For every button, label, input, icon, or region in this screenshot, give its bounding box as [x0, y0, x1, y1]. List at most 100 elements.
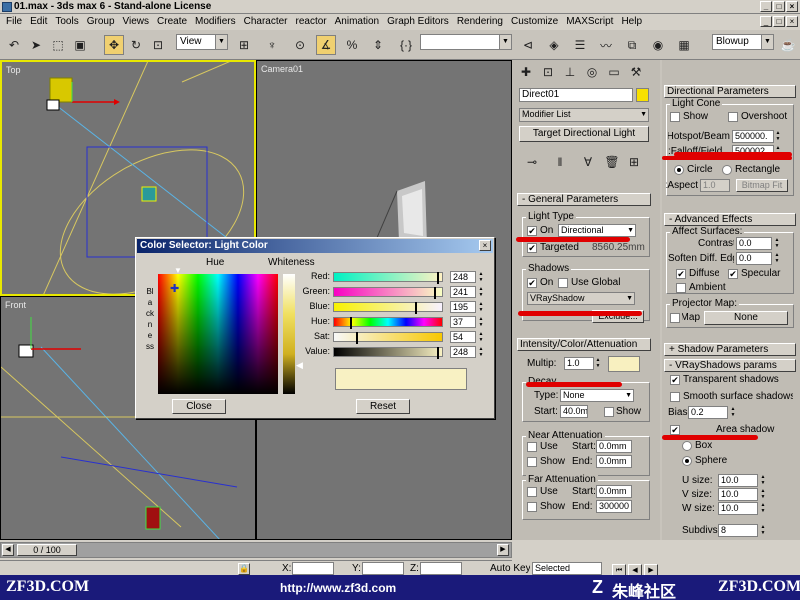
menu-rendering[interactable]: Rendering [453, 14, 507, 30]
channel-slider[interactable] [333, 317, 443, 329]
channel-slider-thumb[interactable] [434, 287, 436, 299]
spinner-icon[interactable]: ▲▼ [478, 316, 484, 329]
decay-show-checkbox[interactable] [604, 407, 614, 417]
maximize-button[interactable]: □ [773, 1, 785, 12]
spinner-icon[interactable]: ▲▼ [760, 474, 766, 487]
minimize-button[interactable]: _ [760, 1, 772, 12]
channel-slider-thumb[interactable] [437, 347, 439, 359]
select-manipulate-icon[interactable]: ♆ [262, 35, 282, 55]
multiplier-field[interactable]: 1.0 [564, 357, 594, 370]
spinner-icon[interactable]: ▲▼ [760, 524, 766, 537]
percent-snap-icon[interactable]: % [342, 35, 362, 55]
configure-sets-icon[interactable]: ⊞ [624, 152, 644, 172]
v-size-field[interactable]: 10.0 [718, 488, 758, 501]
shadows-on-checkbox[interactable]: ✔ [527, 278, 537, 288]
spinner-icon[interactable]: ▲▼ [595, 357, 601, 370]
named-selection-icon[interactable]: {·} [396, 35, 416, 55]
menu-animation[interactable]: Animation [331, 14, 383, 30]
spinner-icon[interactable]: ▲▼ [774, 237, 780, 250]
window-crossing-icon[interactable]: ▣ [70, 35, 90, 55]
cone-show-checkbox[interactable] [670, 112, 680, 122]
spinner-icon[interactable]: ▲▼ [478, 271, 484, 284]
dialog-close-icon[interactable]: × [479, 240, 491, 251]
area-shadow-checkbox[interactable]: ✔ [670, 425, 680, 435]
remove-modifier-icon[interactable]: 🗑 [602, 152, 622, 172]
pivot-icon[interactable]: ⊞ [234, 35, 254, 55]
menu-customize[interactable]: Customize [507, 14, 562, 30]
light-on-checkbox[interactable]: ✔ [527, 226, 537, 236]
spinner-icon[interactable]: ▲▼ [478, 301, 484, 314]
w-size-field[interactable]: 10.0 [718, 502, 758, 515]
render-type-select[interactable]: Blowup ▼ [712, 34, 774, 50]
channel-slider[interactable] [333, 272, 443, 284]
general-parameters-header[interactable]: - General Parameters [517, 193, 651, 206]
close-button[interactable]: Close [172, 399, 226, 414]
material-editor-icon[interactable]: ◉ [648, 35, 668, 55]
spinner-icon[interactable]: ▲▼ [478, 346, 484, 359]
curve-editor-icon[interactable]: 〰 [596, 35, 616, 55]
contrast-field[interactable]: 0.0 [736, 237, 772, 250]
utilities-tab-icon[interactable]: ⚒ [626, 62, 646, 82]
time-slider[interactable]: ◀ 0 / 100 ▶ [0, 542, 512, 558]
schematic-view-icon[interactable]: ⧉ [622, 35, 642, 55]
soften-field[interactable]: 0.0 [736, 252, 772, 265]
spinner-icon[interactable]: ▲▼ [774, 252, 780, 265]
near-use-checkbox[interactable] [527, 442, 537, 452]
time-slider-thumb[interactable]: 0 / 100 [17, 544, 77, 556]
box-radio[interactable] [682, 441, 692, 451]
display-tab-icon[interactable]: ▭ [604, 62, 624, 82]
channel-value-field[interactable]: 37 [450, 316, 476, 328]
mirror-icon[interactable]: ⊲ [518, 35, 538, 55]
near-start-field[interactable]: 0.0mm [596, 440, 632, 453]
modify-tab-icon[interactable]: ⊡ [538, 62, 558, 82]
diffuse-checkbox[interactable]: ✔ [676, 269, 686, 279]
channel-value-field[interactable]: 248 [450, 346, 476, 358]
move-icon[interactable]: ✥ [104, 35, 124, 55]
object-color-swatch[interactable] [636, 88, 649, 102]
subdivs-field[interactable]: 8 [718, 524, 758, 537]
map-checkbox[interactable] [670, 313, 680, 323]
select-arrow-icon[interactable]: ➤ [26, 35, 46, 55]
projector-map-button[interactable]: None [704, 311, 788, 325]
decay-start-field[interactable]: 40.0mm [560, 405, 588, 418]
bias-field[interactable]: 0.2 [688, 406, 728, 419]
selected-dropdown[interactable]: Selected [532, 562, 602, 575]
menu-modifiers[interactable]: Modifiers [191, 14, 240, 30]
directional-parameters-header[interactable]: Directional Parameters [664, 85, 796, 98]
light-color-swatch[interactable] [608, 356, 640, 372]
hierarchy-tab-icon[interactable]: ⊥ [560, 62, 580, 82]
auto-key-label[interactable]: Auto Key [490, 563, 530, 574]
channel-slider-thumb[interactable] [356, 332, 358, 344]
channel-slider[interactable] [333, 287, 443, 299]
doc-maximize-button[interactable]: □ [773, 16, 785, 27]
stack-item-target-directional-light[interactable]: Target Directional Light [519, 126, 649, 142]
rotate-icon[interactable]: ↻ [126, 35, 146, 55]
doc-close-button[interactable]: × [786, 16, 798, 27]
undo-icon[interactable]: ↶ [4, 35, 24, 55]
spinner-icon[interactable]: ▲▼ [478, 286, 484, 299]
hotspot-field[interactable]: 500000. [732, 130, 774, 143]
overshoot-checkbox[interactable] [728, 112, 738, 122]
channel-value-field[interactable]: 248 [450, 271, 476, 283]
decay-type-dropdown[interactable]: None ▼ [560, 389, 634, 402]
shadow-parameters-header[interactable]: + Shadow Parameters [664, 343, 796, 356]
menu-graph-editors[interactable]: Graph Editors [383, 14, 453, 30]
rectangle-radio[interactable] [722, 165, 732, 175]
channel-slider-thumb[interactable] [350, 317, 352, 329]
light-type-dropdown[interactable]: Directional ▼ [558, 224, 636, 237]
menu-file[interactable]: File [2, 14, 26, 30]
menu-character[interactable]: Character [240, 14, 292, 30]
menu-create[interactable]: Create [153, 14, 191, 30]
vray-shadows-header[interactable]: - VRayShadows params [664, 359, 796, 372]
align-icon[interactable]: ◈ [544, 35, 564, 55]
specular-checkbox[interactable]: ✔ [728, 269, 738, 279]
channel-slider[interactable] [333, 332, 443, 344]
intensity-header[interactable]: Intensity/Color/Attenuation [517, 338, 651, 351]
spinner-icon[interactable]: ▲▼ [478, 331, 484, 344]
channel-value-field[interactable]: 241 [450, 286, 476, 298]
chevron-left-icon[interactable]: ◀ [2, 544, 14, 556]
circle-radio[interactable] [674, 165, 684, 175]
channel-slider-thumb[interactable] [415, 302, 417, 314]
modifier-list-dropdown[interactable]: Modifier List ▼ [519, 108, 649, 122]
far-end-field[interactable]: 300000 [596, 500, 632, 513]
